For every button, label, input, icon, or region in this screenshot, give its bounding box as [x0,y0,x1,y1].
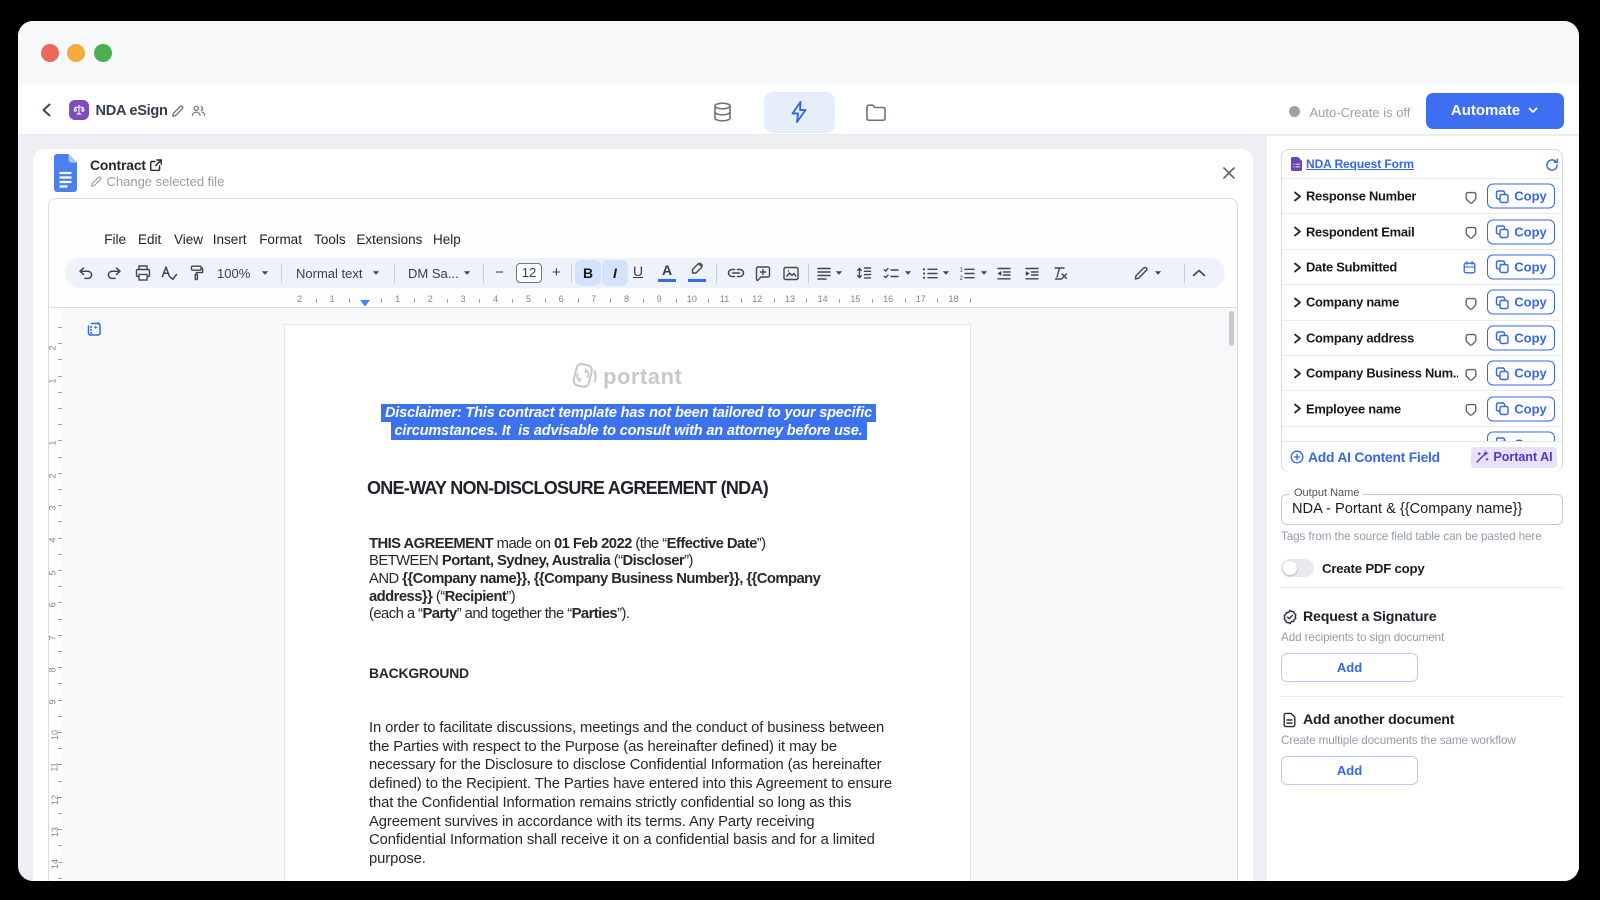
svg-text:1: 1 [960,267,964,273]
svg-text:2: 2 [960,275,964,279]
